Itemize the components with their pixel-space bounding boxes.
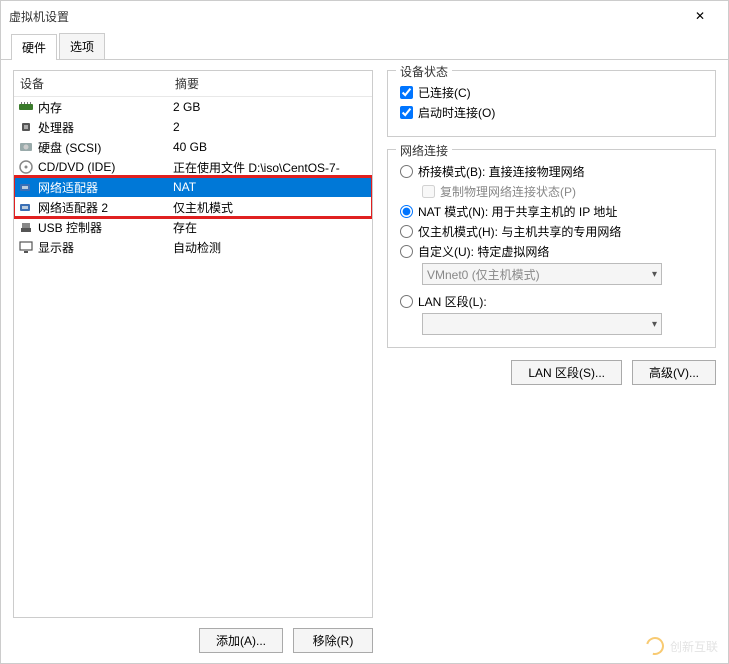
table-row[interactable]: 内存 2 GB [14,97,372,117]
device-status-title: 设备状态 [396,63,452,80]
network-title: 网络连接 [396,142,452,159]
hdd-icon [18,139,34,155]
left-panel: 设备 摘要 内存 2 GB 处理器 2 硬盘 (SCSI) 40 GB CD/DVD (ID… [13,70,373,653]
right-panel: 设备状态 已连接(C) 启动时连接(O) 网络连接 桥接模式(B): 直接连接物… [387,70,716,653]
table-row[interactable]: USB 控制器 存在 [14,217,372,237]
bridged-radio-input[interactable] [400,165,413,178]
memory-icon [18,99,34,115]
device-label: 处理器 [38,119,74,136]
lan-segment-label: LAN 区段(L): [418,293,487,310]
tab-options[interactable]: 选项 [59,33,105,59]
device-cell: 内存 [18,99,173,116]
summary-cell: 40 GB [173,140,368,154]
device-label: 显示器 [38,239,74,256]
chevron-down-icon: ▾ [652,269,657,280]
net-icon [18,179,34,195]
tab-hardware[interactable]: 硬件 [11,34,57,60]
cpu-icon [18,119,34,135]
lan-segment-radio-input[interactable] [400,295,413,308]
device-label: 网络适配器 [38,179,98,196]
close-icon: ✕ [695,9,705,23]
lan-segments-button[interactable]: LAN 区段(S)... [511,360,622,385]
device-status-group: 设备状态 已连接(C) 启动时连接(O) [387,70,716,137]
device-cell: CD/DVD (IDE) [18,159,173,175]
device-list[interactable]: 设备 摘要 内存 2 GB 处理器 2 硬盘 (SCSI) 40 GB CD/DVD (ID… [13,70,373,618]
device-cell: 处理器 [18,119,173,136]
device-label: 网络适配器 2 [38,199,108,216]
hostonly-radio-input[interactable] [400,225,413,238]
custom-select-value: VMnet0 (仅主机模式) [427,266,540,283]
lan-segment-select: ▾ [422,313,662,335]
device-label: 硬盘 (SCSI) [38,139,101,156]
list-header: 设备 摘要 [14,71,372,97]
watermark-text: 创新互联 [670,638,718,655]
device-cell: 硬盘 (SCSI) [18,139,173,156]
nat-radio-input[interactable] [400,205,413,218]
device-label: USB 控制器 [38,219,102,236]
bridged-label: 桥接模式(B): 直接连接物理网络 [418,163,585,180]
watermark-icon [643,634,668,659]
replicate-checkbox-input [422,185,435,198]
device-cell: 显示器 [18,239,173,256]
hostonly-label: 仅主机模式(H): 与主机共享的专用网络 [418,223,621,240]
vm-settings-window: 虚拟机设置 ✕ 硬件 选项 设备 摘要 内存 2 GB 处理器 2 硬盘 (SCSI) 4… [0,0,729,664]
net-icon [18,199,34,215]
remove-button[interactable]: 移除(R) [293,628,373,653]
add-button[interactable]: 添加(A)... [199,628,283,653]
header-summary: 摘要 [175,75,366,92]
table-row[interactable]: CD/DVD (IDE) 正在使用文件 D:\iso\CentOS-7- [14,157,372,177]
table-row[interactable]: 网络适配器 NAT [14,177,372,197]
right-button-row: LAN 区段(S)... 高级(V)... [387,360,716,385]
table-row[interactable]: 网络适配器 2 仅主机模式 [14,197,372,217]
custom-radio[interactable]: 自定义(U): 特定虚拟网络 [400,243,703,260]
table-row[interactable]: 处理器 2 [14,117,372,137]
connect-poweron-label: 启动时连接(O) [418,104,495,121]
display-icon [18,239,34,255]
connected-label: 已连接(C) [418,84,471,101]
summary-cell: 仅主机模式 [173,199,368,216]
connected-checkbox[interactable]: 已连接(C) [400,84,703,101]
close-button[interactable]: ✕ [680,1,720,31]
header-device: 设备 [20,75,175,92]
summary-cell: 正在使用文件 D:\iso\CentOS-7- [173,159,368,176]
replicate-checkbox: 复制物理网络连接状态(P) [422,183,703,200]
usb-icon [18,219,34,235]
device-label: CD/DVD (IDE) [38,160,115,174]
nat-label: NAT 模式(N): 用于共享主机的 IP 地址 [418,203,617,220]
window-title: 虚拟机设置 [9,8,680,25]
hostonly-radio[interactable]: 仅主机模式(H): 与主机共享的专用网络 [400,223,703,240]
content-area: 设备 摘要 内存 2 GB 处理器 2 硬盘 (SCSI) 40 GB CD/DVD (ID… [1,60,728,663]
summary-cell: 2 GB [173,100,368,114]
connect-poweron-checkbox[interactable]: 启动时连接(O) [400,104,703,121]
nat-radio[interactable]: NAT 模式(N): 用于共享主机的 IP 地址 [400,203,703,220]
summary-cell: 自动检测 [173,239,368,256]
advanced-button[interactable]: 高级(V)... [632,360,716,385]
connect-poweron-checkbox-input[interactable] [400,106,413,119]
connected-checkbox-input[interactable] [400,86,413,99]
table-row[interactable]: 硬盘 (SCSI) 40 GB [14,137,372,157]
custom-select: VMnet0 (仅主机模式) ▾ [422,263,662,285]
bridged-radio[interactable]: 桥接模式(B): 直接连接物理网络 [400,163,703,180]
left-button-row: 添加(A)... 移除(R) [13,628,373,653]
custom-radio-input[interactable] [400,245,413,258]
summary-cell: 存在 [173,219,368,236]
replicate-label: 复制物理网络连接状态(P) [440,183,576,200]
summary-cell: NAT [173,180,368,194]
list-body: 内存 2 GB 处理器 2 硬盘 (SCSI) 40 GB CD/DVD (IDE) 正在使用… [14,97,372,617]
network-connection-group: 网络连接 桥接模式(B): 直接连接物理网络 复制物理网络连接状态(P) NAT… [387,149,716,348]
lan-segment-radio[interactable]: LAN 区段(L): [400,293,703,310]
device-cell: 网络适配器 2 [18,199,173,216]
chevron-down-icon: ▾ [652,319,657,330]
table-row[interactable]: 显示器 自动检测 [14,237,372,257]
titlebar: 虚拟机设置 ✕ [1,1,728,31]
tab-bar: 硬件 选项 [1,33,728,60]
device-label: 内存 [38,99,62,116]
device-cell: 网络适配器 [18,179,173,196]
summary-cell: 2 [173,120,368,134]
watermark: 创新互联 [646,637,718,655]
device-cell: USB 控制器 [18,219,173,236]
custom-label: 自定义(U): 特定虚拟网络 [418,243,549,260]
disc-icon [18,159,34,175]
